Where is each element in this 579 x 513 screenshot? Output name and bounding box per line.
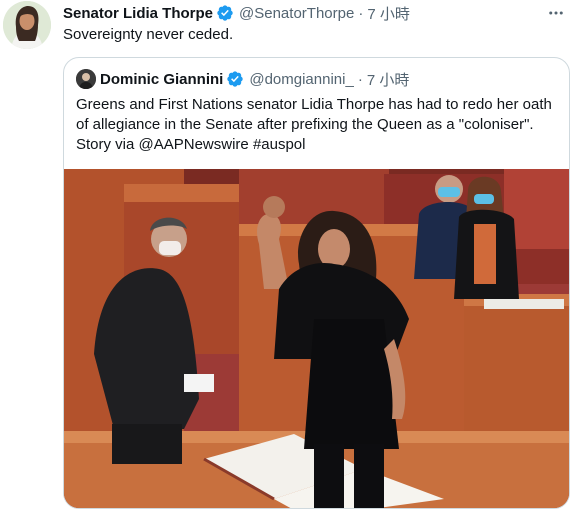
tweet-text: Sovereignty never ceded. xyxy=(63,26,234,43)
quoted-author-avatar xyxy=(76,69,96,89)
senate-photo xyxy=(64,169,569,508)
tweet-timestamp[interactable]: 7 小時 xyxy=(367,3,410,24)
more-options-icon[interactable] xyxy=(547,4,565,22)
quoted-text-line: Greens and First Nations senator Lidia T… xyxy=(76,96,552,113)
author-handle[interactable]: @SenatorThorpe xyxy=(239,5,354,22)
separator-dot: · xyxy=(358,4,364,22)
author-avatar-image xyxy=(3,1,51,49)
author-avatar[interactable] xyxy=(3,1,51,49)
quoted-tweet-text: Greens and First Nations senator Lidia T… xyxy=(76,95,561,155)
quoted-tweet-timestamp: 7 小時 xyxy=(366,71,410,89)
quoted-tweet-card[interactable]: Dominic Giannini @domgiannini_ · 7 小時 Gr… xyxy=(63,57,570,509)
verified-badge-icon xyxy=(227,71,244,87)
quoted-text-line: of allegiance in the Senate after prefix… xyxy=(76,116,534,133)
separator-dot: · xyxy=(357,70,363,88)
quoted-text-line: Story via @AAPNewswire #auspol xyxy=(76,136,306,153)
quoted-author-name: Dominic Giannini xyxy=(100,70,224,88)
quoted-tweet-photo[interactable] xyxy=(64,169,569,508)
quoted-tweet-header: Dominic Giannini @domgiannini_ · 7 小時 xyxy=(76,69,557,89)
tweet-header: Senator Lidia Thorpe @SenatorThorpe · 7 … xyxy=(63,3,549,23)
verified-badge-icon xyxy=(217,5,233,21)
author-name[interactable]: Senator Lidia Thorpe xyxy=(63,5,213,22)
quoted-author-handle: @domgiannini_ xyxy=(249,70,354,88)
